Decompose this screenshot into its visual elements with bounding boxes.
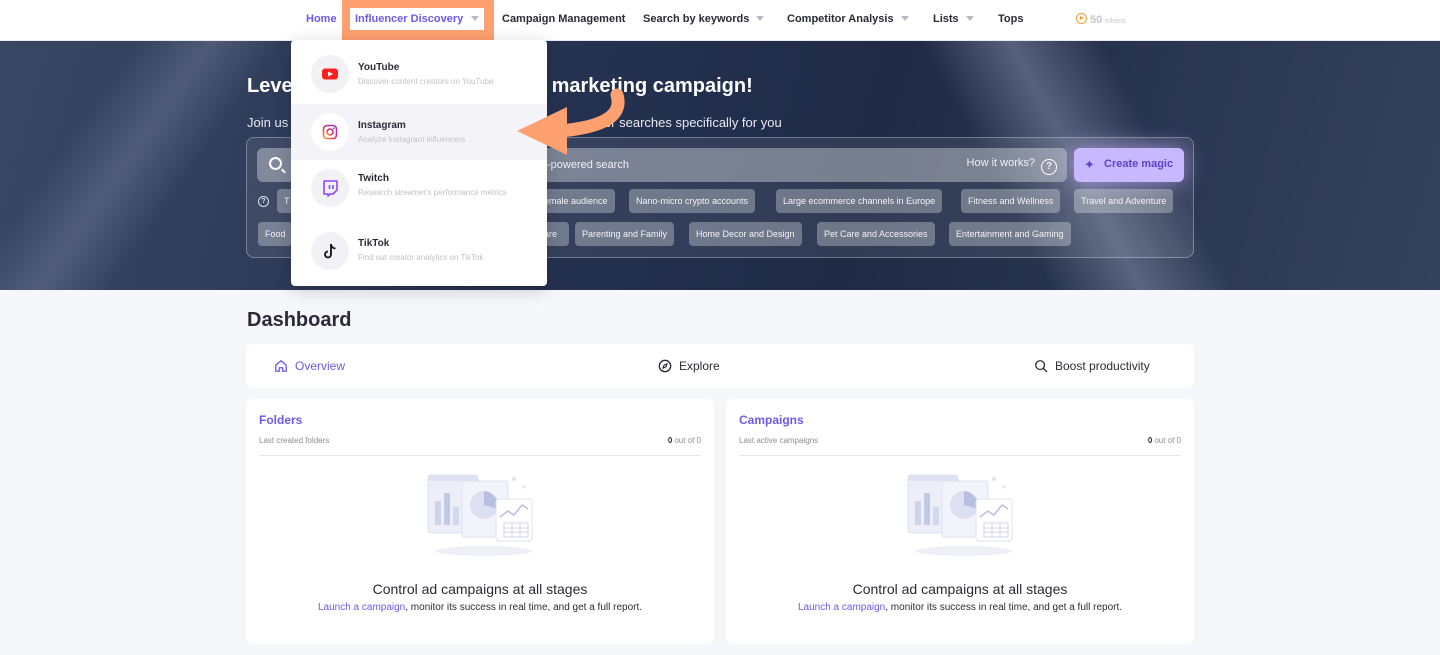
launch-campaign-link[interactable]: Launch a campaign [318, 602, 405, 613]
nav-tops[interactable]: Tops [998, 13, 1023, 25]
search-icon [269, 157, 282, 170]
compass-icon [658, 359, 672, 373]
dropdown-item-label: Instagram [358, 120, 406, 131]
chevron-down-icon [965, 16, 974, 21]
tab-overview-label: Overview [295, 359, 346, 373]
campaigns-subtitle: Last active campaigns [739, 436, 819, 445]
chevron-down-icon [471, 16, 480, 21]
search-icon [1035, 360, 1048, 373]
dropdown-item-description: Find out creator analytics on TikTok [358, 253, 484, 262]
campaigns-count-suffix: out of 0 [1154, 436, 1181, 445]
dropdown-item-tiktok[interactable]: TikTok Find out creator analytics on Tik… [291, 226, 547, 282]
folders-empty-heading: Control ad campaigns at all stages [372, 581, 588, 597]
empty-state-illustration [427, 474, 533, 556]
youtube-icon [311, 55, 349, 93]
campaigns-empty-text: Launch a campaign, monitor its success i… [726, 602, 1194, 613]
sparkle-wand-icon: ✦ [1084, 157, 1095, 172]
tokens-balance[interactable]: 50 tokens [1076, 13, 1126, 26]
chevron-down-icon [756, 16, 765, 21]
tokens-label: tokens [1105, 18, 1126, 25]
dropdown-item-label: Twitch [358, 173, 389, 184]
folders-empty-text: Launch a campaign, monitor its success i… [246, 602, 714, 613]
nav-home[interactable]: Home [306, 13, 337, 25]
suggestion-chip[interactable]: Food [258, 222, 292, 246]
suggestion-chip[interactable]: Parenting and Family [575, 222, 675, 246]
tiktok-icon [311, 232, 349, 270]
folders-count: 0 out of 0 [668, 436, 701, 445]
empty-state-illustration [907, 474, 1013, 556]
annotation-arrow-icon [517, 88, 625, 155]
folders-title[interactable]: Folders [259, 413, 302, 427]
campaigns-card: Campaigns Last active campaigns 0 out of … [726, 399, 1194, 644]
nav-campaign-management[interactable]: Campaign Management [502, 13, 625, 25]
nav-highlight-box: Influencer Discovery [342, 0, 494, 40]
suggestion-chip[interactable]: Travel and Adventure [1074, 189, 1174, 213]
tab-boost-productivity[interactable]: Boost productivity [1034, 359, 1150, 373]
tab-boost-label: Boost productivity [1055, 359, 1150, 373]
nav-competitor-analysis-label: Competitor Analysis [787, 13, 894, 25]
dropdown-item-label: TikTok [358, 238, 390, 249]
suggestion-chip[interactable]: Fitness and Wellness [961, 189, 1061, 213]
dashboard-tabbar: Overview Explore Boost productivity [246, 344, 1194, 388]
suggestion-chip[interactable]: Entertainment and Gaming [949, 222, 1071, 246]
how-it-works-label: How it works? [966, 157, 1035, 169]
suggestion-chip[interactable]: Nano-micro crypto accounts [629, 189, 756, 213]
tab-overview[interactable]: Overview [274, 359, 345, 373]
suggestion-chip[interactable]: Pet Care and Accessories [817, 222, 935, 246]
divider [259, 455, 701, 456]
campaigns-title[interactable]: Campaigns [739, 413, 804, 427]
chevron-down-icon [900, 16, 909, 21]
hero-title-left: Leve [247, 75, 293, 97]
dropdown-item-label: YouTube [358, 62, 400, 73]
dashboard-title: Dashboard [247, 309, 352, 331]
nav-lists[interactable]: Lists [933, 13, 974, 25]
create-magic-label: Create magic [1104, 158, 1174, 170]
question-circle-icon[interactable]: ? [258, 196, 269, 207]
campaigns-empty-description: , monitor its success in real time, and … [885, 602, 1123, 613]
folders-count-value: 0 [667, 436, 673, 445]
divider [739, 455, 1181, 456]
folders-subtitle: Last created folders [259, 436, 330, 445]
play-circle-icon [1076, 13, 1087, 24]
suggestion-chip[interactable]: emale audience [537, 189, 615, 213]
tab-explore[interactable]: Explore [658, 359, 720, 373]
campaigns-empty-heading: Control ad campaigns at all stages [852, 581, 1068, 597]
folders-empty-description: , monitor its success in real time, and … [405, 602, 643, 613]
nav-lists-label: Lists [933, 13, 959, 25]
how-it-works-link[interactable]: How it works?? [967, 157, 1057, 175]
suggestion-chip[interactable]: Large ecommerce channels in Europe [776, 189, 943, 213]
question-circle-icon: ? [1041, 159, 1057, 175]
nav-search-by-keywords[interactable]: Search by keywords [643, 13, 765, 25]
hero-banner: Leve marketing campaign! Join us ncer sear… [0, 41, 1440, 290]
instagram-icon [311, 113, 349, 151]
dropdown-item-description: Research streamer's performance metrics [358, 188, 507, 197]
launch-campaign-link[interactable]: Launch a campaign [798, 602, 885, 613]
campaigns-count-value: 0 [1147, 436, 1153, 445]
create-magic-button[interactable]: ✦ Create magic [1074, 148, 1184, 182]
suggestion-chip[interactable]: Home Decor and Design [689, 222, 802, 246]
campaigns-count: 0 out of 0 [1148, 436, 1181, 445]
nav-search-by-keywords-label: Search by keywords [643, 13, 750, 25]
tab-explore-label: Explore [679, 359, 720, 373]
twitch-icon [311, 169, 349, 207]
nav-influencer-discovery-label: Influencer Discovery [355, 13, 464, 25]
tokens-count: 50 [1090, 14, 1103, 26]
dropdown-item-twitch[interactable]: Twitch Research streamer's performance m… [291, 162, 547, 224]
home-icon [275, 360, 287, 372]
top-navigation: Home Influencer Discovery Campaign Manag… [0, 0, 1440, 41]
folders-card: Folders Last created folders 0 out of 0 C… [246, 399, 714, 644]
nav-influencer-discovery[interactable]: Influencer Discovery [350, 8, 484, 30]
folders-count-suffix: out of 0 [674, 436, 701, 445]
nav-competitor-analysis[interactable]: Competitor Analysis [787, 13, 909, 25]
hero-subtitle-left: Join us [247, 115, 289, 130]
